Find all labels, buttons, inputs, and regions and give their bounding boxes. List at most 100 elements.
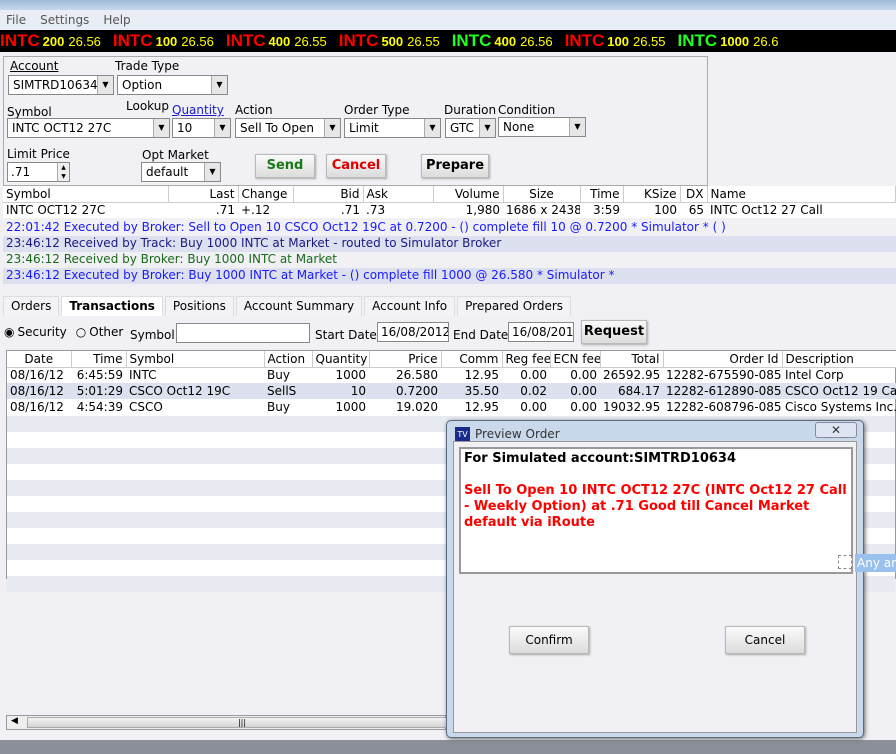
log-entry: 23:46:12 Received by Broker: Buy 1000 IN… <box>6 252 337 266</box>
trade-type-select[interactable]: Option ▼ <box>117 75 228 95</box>
start-date-input[interactable]: 16/08/2012 <box>377 322 449 342</box>
ticker-item: INTC 1000 26.6 <box>678 31 779 51</box>
confirm-button[interactable]: Confirm <box>509 626 589 654</box>
limit-price-stepper[interactable]: .71 ▲ ▼ <box>7 162 70 182</box>
filter-symbol-input[interactable] <box>176 323 310 343</box>
quote-header[interactable]: Last <box>168 186 239 203</box>
ticker-item: INTC 200 26.56 <box>0 31 101 51</box>
request-button[interactable]: Request <box>581 320 647 344</box>
account-select[interactable]: SIMTRD10634 ▼ <box>8 75 114 95</box>
quote-header[interactable]: Ask <box>363 186 434 203</box>
quote-row[interactable]: INTC OCT12 27C .71 +.12 .71 .73 1,980 1686 x 2… <box>3 202 896 218</box>
chevron-down-icon: ▼ <box>97 76 113 94</box>
ticker-item: INTC 500 26.55 <box>339 31 440 51</box>
tab-transactions[interactable]: Transactions <box>61 296 163 316</box>
dialog-cancel-button[interactable]: Cancel <box>725 626 805 654</box>
snip-icon[interactable] <box>838 555 852 569</box>
table-cell: 26.580 <box>396 368 438 383</box>
send-button[interactable]: Send <box>255 154 315 178</box>
radio-security[interactable]: ◉ <box>4 325 14 339</box>
ticker-price: 26.56 <box>520 34 553 49</box>
prepare-button[interactable]: Prepare <box>421 154 489 178</box>
menu-help[interactable]: Help <box>103 13 130 27</box>
horizontal-scrollbar[interactable]: ◀ ||| <box>6 715 457 730</box>
dialog-body: For Simulated account:SIMTRD10634 Sell T… <box>453 441 857 733</box>
chevron-down-icon: ▼ <box>569 118 585 136</box>
condition-select[interactable]: None ▼ <box>498 117 586 137</box>
quote-header[interactable]: Name <box>707 186 896 203</box>
column-header[interactable]: Symbol <box>126 351 265 368</box>
account-value: SIMTRD10634 <box>13 78 98 92</box>
limit-price-value: .71 <box>11 165 31 179</box>
tab-account-info[interactable]: Account Info <box>364 296 456 316</box>
menu-bar: File Settings Help <box>0 10 896 30</box>
ticker-qty: 500 <box>381 34 404 49</box>
menu-settings[interactable]: Settings <box>40 13 89 27</box>
tab-orders[interactable]: Orders <box>3 296 60 316</box>
table-cell: CSCO Oct12 19C <box>129 384 231 398</box>
app-logo-icon: TV <box>455 427 470 442</box>
duration-label: Duration <box>444 103 497 117</box>
quantity-label[interactable]: Quantity <box>172 103 224 117</box>
action-select[interactable]: Sell To Open ▼ <box>235 118 341 138</box>
quote-header[interactable]: Size <box>503 186 581 203</box>
radio-other[interactable]: ○ <box>76 325 86 339</box>
scroll-left-icon[interactable]: ◀ <box>11 716 18 726</box>
order-type-select[interactable]: Limit ▼ <box>344 118 441 138</box>
ticker-item: INTC 400 26.56 <box>452 31 553 51</box>
column-header[interactable]: Order Id <box>663 351 783 368</box>
tab-positions[interactable]: Positions <box>164 296 234 316</box>
quote-header[interactable]: Symbol <box>3 186 169 203</box>
column-header[interactable]: Comm <box>441 351 503 368</box>
table-cell: CSCO Oct12 19 Call <box>785 384 896 398</box>
column-header[interactable]: Description <box>782 351 896 368</box>
opt-market-select[interactable]: default ▼ <box>141 162 221 182</box>
limit-price-label: Limit Price <box>7 147 70 161</box>
column-header[interactable]: Action <box>264 351 313 368</box>
quote-header[interactable]: DX <box>680 186 708 203</box>
quantity-select[interactable]: 10 ▼ <box>172 118 231 138</box>
column-header[interactable]: Total <box>600 351 664 368</box>
quote-cell: 100 <box>654 203 677 218</box>
column-header[interactable]: ECN fee <box>550 351 601 368</box>
tab-prepared-orders[interactable]: Prepared Orders <box>457 296 572 316</box>
lookup-link[interactable]: Lookup <box>126 99 169 113</box>
table-cell: 12282-675590-085 <box>666 368 782 383</box>
table-row[interactable]: 08/16/12 4:54:39 CSCO Buy 1000 19.020 12.95 0.0… <box>7 399 896 415</box>
end-date-input[interactable]: 16/08/2012 <box>508 322 574 342</box>
ticker-symbol: INTC <box>677 31 718 50</box>
column-header[interactable]: Price <box>369 351 442 368</box>
column-header[interactable]: Date <box>7 351 72 368</box>
ticker-price: 26.56 <box>181 34 214 49</box>
table-cell: 0.00 <box>570 368 597 383</box>
symbol-select[interactable]: INTC OCT12 27C ▼ <box>7 118 170 138</box>
quote-header[interactable]: Volume <box>433 186 504 203</box>
quote-cell: 1,980 <box>465 203 500 218</box>
table-cell: 08/16/12 <box>10 400 64 414</box>
duration-select[interactable]: GTC ▼ <box>445 118 496 138</box>
cancel-button[interactable]: Cancel <box>326 154 386 178</box>
close-icon[interactable]: ✕ <box>815 422 857 438</box>
quote-header[interactable]: Time <box>580 186 624 203</box>
ticker-qty: 100 <box>607 34 629 49</box>
action-value: Sell To Open <box>240 121 314 135</box>
order-type-value: Limit <box>349 121 379 135</box>
scroll-thumb[interactable]: ||| <box>27 717 457 728</box>
ticker-symbol: INTC <box>112 31 153 50</box>
security-label: Security <box>17 325 67 339</box>
symbol-value: INTC OCT12 27C <box>12 121 112 135</box>
table-cell: Intel Corp <box>785 368 844 383</box>
quote-header[interactable]: Bid <box>293 186 364 203</box>
quote-header[interactable]: KSize <box>623 186 681 203</box>
table-row[interactable]: 08/16/12 5:01:29 CSCO Oct12 19C SellS 10 0.72… <box>7 383 896 399</box>
quote-cell: 1686 x 2438 <box>506 203 580 218</box>
table-row[interactable]: 08/16/12 6:45:59 INTC Buy 1000 26.580 12.95 0.0… <box>7 367 896 383</box>
column-header[interactable]: Quantity <box>312 351 370 368</box>
spin-arrows-icon[interactable]: ▲ ▼ <box>57 163 69 181</box>
column-header[interactable]: Time <box>71 351 127 368</box>
quote-header[interactable]: Change <box>238 186 294 203</box>
column-header[interactable]: Reg fee <box>502 351 551 368</box>
tab-account-summary[interactable]: Account Summary <box>235 296 363 316</box>
table-cell: 4:54:39 <box>76 400 123 414</box>
menu-file[interactable]: File <box>6 13 26 27</box>
